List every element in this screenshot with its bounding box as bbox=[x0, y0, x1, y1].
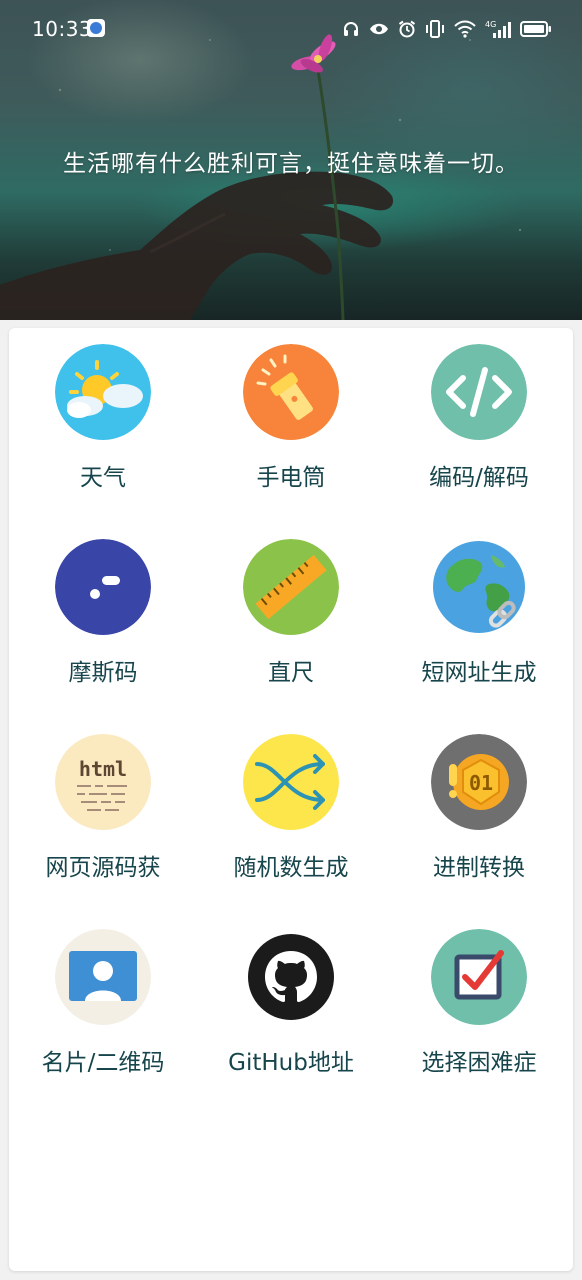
binary-coin-icon: 01 bbox=[431, 734, 527, 830]
tool-label: 随机数生成 bbox=[233, 855, 349, 881]
tool-label: 短网址生成 bbox=[421, 660, 537, 686]
header-banner: 10:33 4G 生活哪有什么胜利可言，挺住意味着一切。 bbox=[0, 0, 582, 320]
tool-page-source[interactable]: html 网页源码获 bbox=[9, 718, 197, 913]
weather-icon bbox=[55, 344, 151, 440]
tools-card: 天气 手电筒 编码/解码 摩斯码 直尺 短网址生成 html 网页源码获 随机数… bbox=[9, 328, 573, 1271]
alarm-icon bbox=[398, 20, 416, 38]
html-source-icon: html bbox=[55, 734, 151, 830]
tool-short-url[interactable]: 短网址生成 bbox=[385, 523, 573, 718]
tool-base-convert[interactable]: 01 进制转换 bbox=[385, 718, 573, 913]
vibrate-icon bbox=[426, 20, 444, 38]
status-time: 10:33 bbox=[32, 17, 93, 41]
tool-card-qrcode[interactable]: 名片/二维码 bbox=[9, 913, 197, 1108]
tool-label: 名片/二维码 bbox=[41, 1050, 165, 1076]
tool-github[interactable]: GitHub地址 bbox=[197, 913, 385, 1108]
tool-label: 网页源码获 bbox=[45, 855, 161, 881]
tool-label: 编码/解码 bbox=[429, 465, 529, 491]
tool-label: 天气 bbox=[80, 465, 126, 491]
flashlight-icon bbox=[243, 344, 339, 440]
tool-label: 进制转换 bbox=[433, 855, 525, 881]
globe-link-icon bbox=[431, 539, 527, 635]
contact-card-icon bbox=[55, 929, 151, 1025]
tool-morse[interactable]: 摩斯码 bbox=[9, 523, 197, 718]
tool-label: 摩斯码 bbox=[68, 660, 138, 686]
code-icon bbox=[431, 344, 527, 440]
network-label: 4G bbox=[485, 20, 496, 29]
tool-random-number[interactable]: 随机数生成 bbox=[197, 718, 385, 913]
status-bar: 10:33 4G bbox=[0, 0, 582, 58]
battery-icon bbox=[520, 21, 551, 37]
shuffle-icon bbox=[243, 734, 339, 830]
eye-icon bbox=[370, 23, 388, 35]
html-glyph: html bbox=[79, 757, 127, 781]
wifi-icon bbox=[454, 20, 476, 38]
checkbox-icon bbox=[431, 929, 527, 1025]
tool-ruler[interactable]: 直尺 bbox=[197, 523, 385, 718]
status-icons: 4G bbox=[342, 16, 552, 42]
github-icon bbox=[243, 929, 339, 1025]
app-notification-icon bbox=[87, 19, 105, 37]
tool-encode-decode[interactable]: 编码/解码 bbox=[385, 328, 573, 523]
tool-label: 选择困难症 bbox=[421, 1050, 537, 1076]
tool-label: 直尺 bbox=[268, 660, 314, 686]
headphones-icon bbox=[344, 22, 358, 36]
tool-choice[interactable]: 选择困难症 bbox=[385, 913, 573, 1108]
tool-weather[interactable]: 天气 bbox=[9, 328, 197, 523]
tool-flashlight[interactable]: 手电筒 bbox=[197, 328, 385, 523]
morse-code-icon bbox=[55, 539, 151, 635]
ruler-icon bbox=[243, 539, 339, 635]
signal-4g-icon: 4G bbox=[485, 20, 511, 38]
binary-glyph: 01 bbox=[469, 771, 493, 795]
tool-label: 手电筒 bbox=[256, 465, 326, 491]
tool-label: GitHub地址 bbox=[228, 1050, 354, 1076]
banner-quote: 生活哪有什么胜利可言，挺住意味着一切。 bbox=[63, 151, 519, 177]
